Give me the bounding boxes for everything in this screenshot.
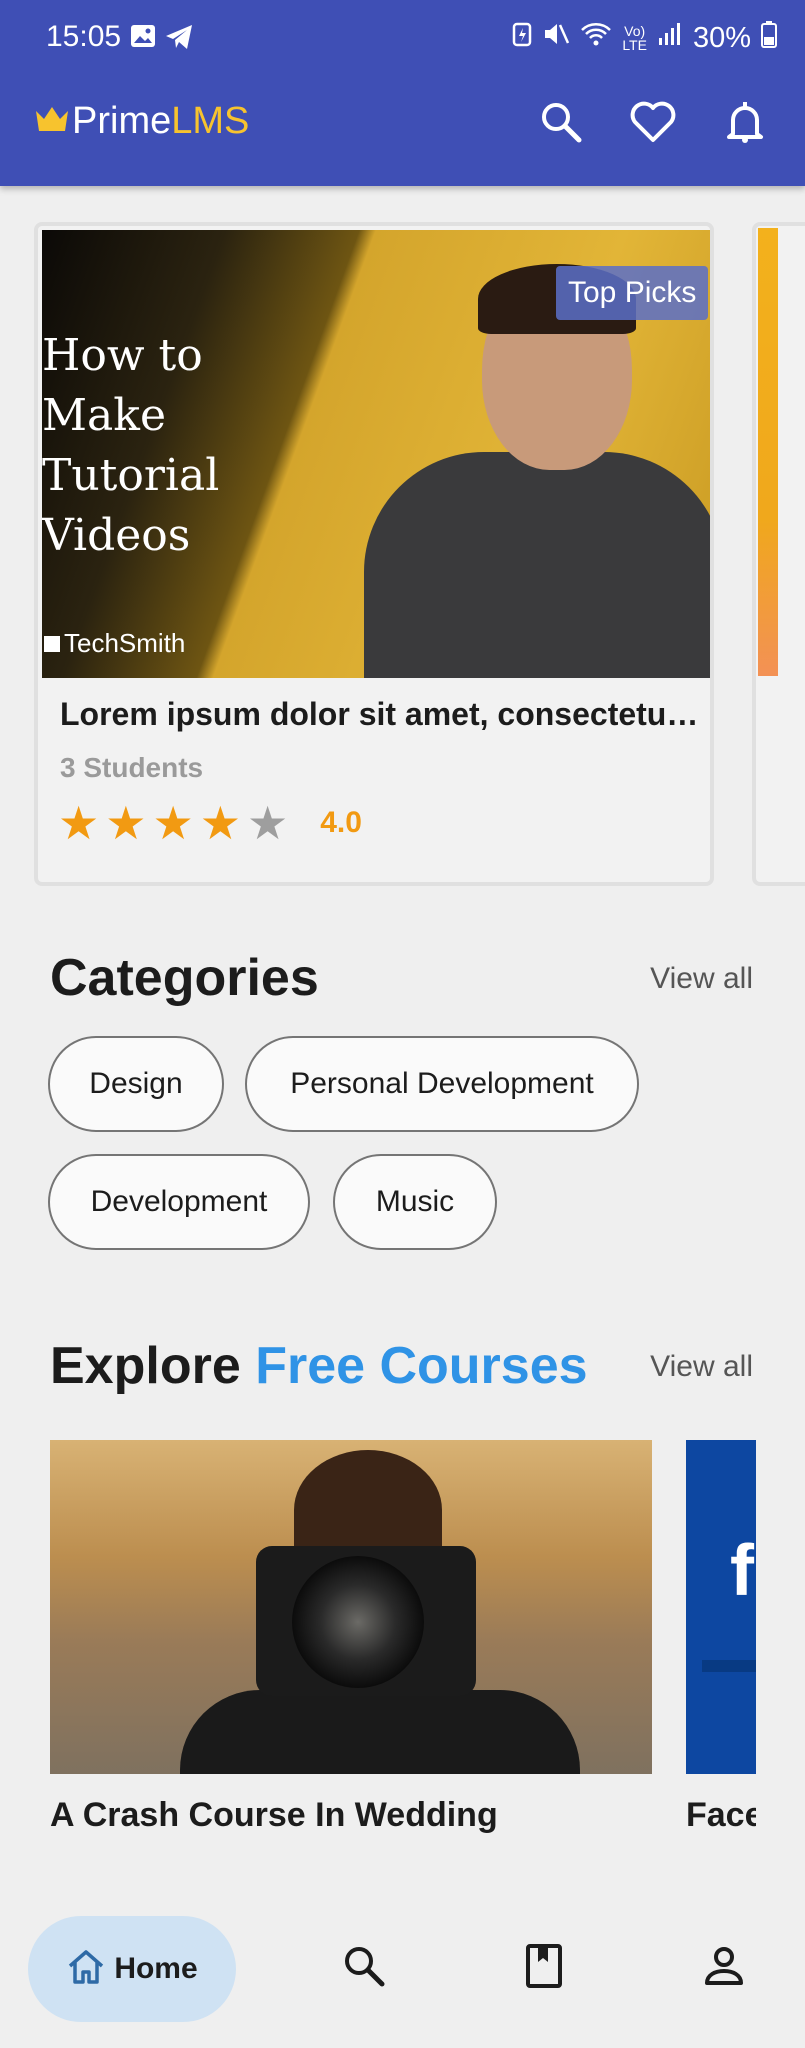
volte-icon: Vo) LTE	[622, 23, 647, 53]
category-chip-development[interactable]: Development	[48, 1154, 310, 1250]
favorites-button[interactable]	[629, 100, 677, 148]
battery-saver-icon	[512, 21, 532, 55]
free-courses-title-text: Explore	[50, 1337, 256, 1395]
status-bar: 15:05 Vo) LTE 30%	[0, 0, 805, 80]
next-course-thumbnail	[758, 228, 778, 676]
thumbnail-figure	[364, 452, 710, 678]
status-time: 15:05	[46, 20, 122, 53]
thumbnail-figure	[180, 1690, 580, 1774]
profile-icon	[703, 1945, 745, 1992]
top-picks-badge: Top Picks	[556, 266, 709, 320]
student-count: 3 Students	[60, 752, 204, 783]
next-free-course-thumbnail[interactable]: f	[686, 1440, 756, 1774]
battery-icon	[761, 20, 777, 56]
bell-icon	[725, 100, 765, 149]
next-course-card[interactable]	[752, 222, 805, 886]
next-free-course-title[interactable]: Face	[686, 1796, 756, 1835]
free-courses-title: Explore Free Courses	[50, 1336, 588, 1396]
thumbnail-line: Videos	[42, 510, 191, 561]
course-title[interactable]: A Crash Course In Wedding	[50, 1796, 498, 1835]
rating: ★ ★ ★ ★ ★ 4.0	[58, 798, 362, 848]
facebook-icon: f	[730, 1531, 754, 1611]
free-courses-view-all[interactable]: View all	[650, 1350, 753, 1384]
thumbnail-line: Tutorial	[42, 450, 220, 501]
thumbnail-brand-text: TechSmith	[64, 628, 186, 658]
star-filled-icon: ★	[105, 797, 147, 849]
search-icon	[539, 100, 583, 149]
mute-icon	[542, 21, 570, 55]
bookmark-icon	[524, 1943, 564, 1994]
thumbnail-brand-logo: TechSmith	[44, 628, 185, 659]
star-filled-icon: ★	[199, 797, 241, 849]
star-filled-icon: ★	[152, 797, 194, 849]
home-icon	[66, 1948, 106, 1991]
status-right-group: Vo) LTE 30%	[512, 20, 777, 56]
featured-course-card[interactable]: How to Make Tutorial Videos TechSmith To…	[34, 222, 714, 886]
heart-icon	[630, 101, 676, 148]
thumbnail-line: How to	[42, 330, 203, 381]
rating-value: 4.0	[320, 806, 362, 839]
search-icon	[342, 1944, 386, 1993]
thumbnail-headline: How to Make Tutorial Videos	[42, 326, 219, 566]
categories-title: Categories	[50, 949, 319, 1007]
star-empty-icon: ★	[247, 797, 289, 849]
battery-percent: 30%	[692, 21, 751, 54]
thumbnail-decoration	[702, 1660, 756, 1672]
brand-name-accent: LMS	[171, 100, 250, 142]
course-thumbnail[interactable]	[50, 1440, 652, 1774]
category-chip-music[interactable]: Music	[333, 1154, 497, 1250]
free-courses-title-accent: Free Courses	[255, 1337, 588, 1395]
telegram-icon	[164, 24, 194, 55]
brand-name: Prime	[72, 100, 172, 142]
app-logo[interactable]: Prime LMS	[34, 100, 249, 143]
app-bar: 15:05 Vo) LTE 30% Prime LMS	[0, 0, 805, 186]
nav-search[interactable]	[336, 1940, 392, 1996]
search-button[interactable]	[537, 100, 585, 148]
nav-profile[interactable]	[696, 1940, 752, 1996]
nav-library[interactable]	[516, 1940, 572, 1996]
category-chip-design[interactable]: Design	[48, 1036, 224, 1132]
course-thumbnail: How to Make Tutorial Videos TechSmith To…	[42, 230, 710, 678]
app-bar-actions	[537, 100, 769, 148]
gallery-icon	[130, 24, 156, 53]
crown-icon	[34, 100, 70, 143]
star-filled-icon: ★	[58, 797, 100, 849]
thumbnail-line: Make	[42, 390, 166, 441]
nav-home-label: Home	[114, 1952, 198, 1985]
category-chip-personal-development[interactable]: Personal Development	[245, 1036, 639, 1132]
bottom-navigation: Home	[0, 1892, 805, 2048]
wifi-icon	[580, 21, 612, 55]
nav-home[interactable]: Home	[28, 1916, 236, 2022]
camera-lens-illustration	[292, 1556, 424, 1688]
signal-icon	[657, 21, 683, 55]
course-title[interactable]: Lorem ipsum dolor sit amet, consectetur …	[60, 696, 700, 733]
categories-view-all[interactable]: View all	[650, 962, 753, 996]
notifications-button[interactable]	[721, 100, 769, 148]
